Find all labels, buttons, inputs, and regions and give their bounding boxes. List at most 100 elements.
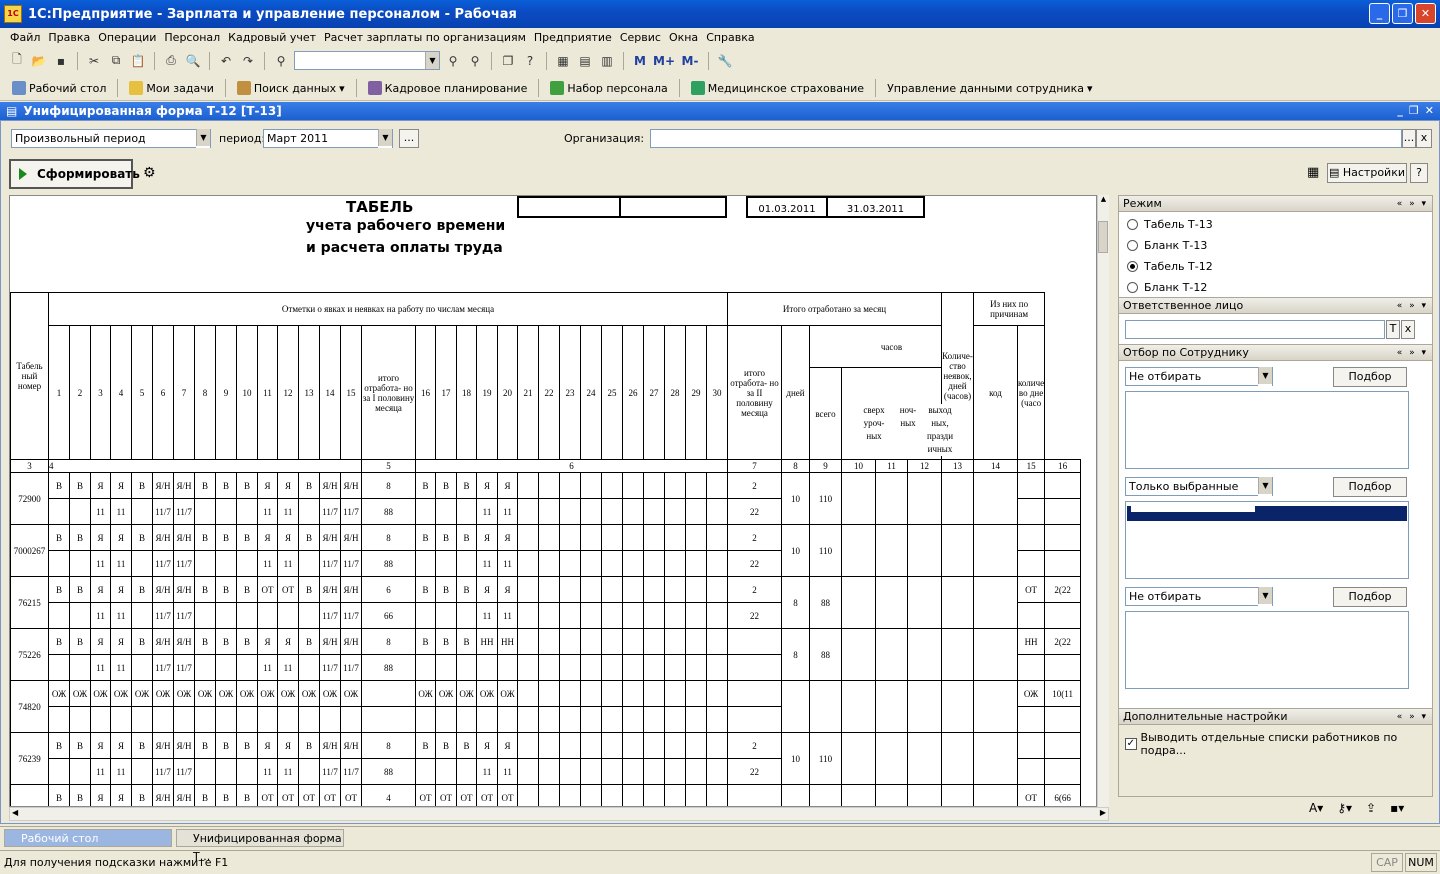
filter-select-1[interactable]: Не отбирать ▼ <box>1125 367 1273 386</box>
employee-data-button[interactable]: Управление данными сотрудника ▾ <box>883 82 1096 95</box>
menu-windows[interactable]: Окна <box>665 31 702 44</box>
day-hours <box>415 654 436 681</box>
find-icon[interactable]: ⚲ <box>272 52 290 70</box>
menu-enterprise[interactable]: Предприятие <box>530 31 616 44</box>
day-mark: ОТ <box>257 576 278 603</box>
report-hscroll[interactable]: ◀ ▶ <box>9 807 1109 821</box>
calendar-icon[interactable]: ▤ <box>576 52 594 70</box>
memory-plus-icon[interactable]: M+ <box>653 52 675 70</box>
recruitment-button[interactable]: Набор персонала <box>546 81 671 95</box>
menu-hr[interactable]: Кадровый учет <box>224 31 320 44</box>
separate-lists-checkbox[interactable]: ✓ Выводить отдельные списки работников п… <box>1125 731 1432 757</box>
mode-radio-blank-t13[interactable]: Бланк Т-13 <box>1119 235 1432 256</box>
doc-close-icon[interactable]: ✕ <box>1425 104 1434 117</box>
calendar-view-icon[interactable]: ▦ <box>1307 165 1319 180</box>
employee-filter-controls[interactable]: « » ▾ <box>1397 345 1428 361</box>
menu-help[interactable]: Справка <box>702 31 758 44</box>
period-choose-button[interactable]: ... <box>399 129 419 148</box>
day-mark: Я/Н <box>152 472 174 499</box>
paste-icon[interactable]: 📋 <box>129 52 147 70</box>
report-vscroll[interactable]: ▲ <box>1097 195 1109 807</box>
memory-minus-icon[interactable]: M- <box>679 52 701 70</box>
day-mark: ОТ <box>435 784 457 806</box>
responsible-input[interactable] <box>1125 320 1385 339</box>
responsible-type-button[interactable]: T <box>1386 320 1400 339</box>
menu-personnel[interactable]: Персонал <box>160 31 224 44</box>
undo-icon[interactable]: ↶ <box>217 52 235 70</box>
save-icon[interactable]: ▪ <box>52 52 70 70</box>
overtime-cell <box>841 732 876 785</box>
day-mark: Я <box>476 732 498 759</box>
filter-list-2[interactable] <box>1125 501 1409 579</box>
extra-settings-controls[interactable]: « » ▾ <box>1397 709 1428 725</box>
doc-minimize-icon[interactable]: _ <box>1397 104 1403 117</box>
responsible-header-controls[interactable]: « » ▾ <box>1397 298 1428 314</box>
calculator-icon[interactable]: ▦ <box>554 52 572 70</box>
filter-select-2[interactable]: Только выбранные ▼ <box>1125 477 1273 496</box>
pick-button-3[interactable]: Подбор <box>1333 587 1407 607</box>
text-format-icon[interactable]: A▾ <box>1309 801 1323 815</box>
search-input[interactable]: ▼ <box>294 51 440 70</box>
organization-input[interactable] <box>650 129 1402 148</box>
selected-employee-row[interactable] <box>1127 506 1407 521</box>
filter-list-3[interactable] <box>1125 611 1409 689</box>
day-mark: ОЖ <box>173 680 195 707</box>
filter-select-3[interactable]: Не отбирать ▼ <box>1125 587 1273 606</box>
menu-edit[interactable]: Правка <box>44 31 94 44</box>
data-search-button[interactable]: Поиск данных ▾ <box>233 81 349 95</box>
my-tasks-button[interactable]: Мои задачи <box>125 81 217 95</box>
window-icon[interactable]: ❐ <box>499 52 517 70</box>
open-icon[interactable]: 📂 <box>30 52 48 70</box>
mode-radio-t13[interactable]: Табель Т-13 <box>1119 214 1432 235</box>
menu-operations[interactable]: Операции <box>94 31 160 44</box>
task-form-t12[interactable]: Унифицированная форма Т... <box>176 828 344 863</box>
menu-file[interactable]: Файл <box>6 31 44 44</box>
task-desktop[interactable]: Рабочий стол <box>4 828 172 847</box>
export-icon[interactable]: ⇪ <box>1366 801 1376 815</box>
desktop-button[interactable]: Рабочий стол <box>8 81 110 95</box>
new-icon[interactable]: 🗋 <box>8 52 26 70</box>
day-mark: В <box>298 628 320 655</box>
mode-header-controls[interactable]: « » ▾ <box>1397 196 1428 212</box>
redo-icon[interactable]: ↷ <box>239 52 257 70</box>
pick-button-2[interactable]: Подбор <box>1333 477 1407 497</box>
period-label: период: <box>219 132 266 145</box>
report-options-icon[interactable]: ⚙ <box>143 165 156 181</box>
maximize-button[interactable]: ❐ <box>1392 3 1413 24</box>
medical-insurance-button[interactable]: Медицинское страхование <box>687 81 868 95</box>
save-settings-icon[interactable]: ▪▾ <box>1390 801 1404 815</box>
help-button[interactable]: ? <box>1410 163 1428 183</box>
cut-icon[interactable]: ✂ <box>85 52 103 70</box>
memory-icon[interactable]: M <box>631 52 649 70</box>
generate-button[interactable]: Сформировать <box>9 159 140 189</box>
responsible-clear-button[interactable]: x <box>1401 320 1415 339</box>
help-icon[interactable]: ? <box>521 52 539 70</box>
period-select[interactable]: Март 2011 ▼ <box>263 129 393 148</box>
day-hours <box>215 550 237 577</box>
organization-choose-button[interactable]: ... <box>1402 129 1416 148</box>
minimize-button[interactable]: _ <box>1369 3 1390 24</box>
menu-payroll[interactable]: Расчет зарплаты по организациям <box>320 31 530 44</box>
key-icon[interactable]: ⚷▾ <box>1337 801 1352 815</box>
organization-clear-button[interactable]: x <box>1416 129 1432 148</box>
doc-restore-icon[interactable]: ❐ <box>1409 104 1419 117</box>
find-prev-icon[interactable]: ⚲ <box>466 52 484 70</box>
preview-icon[interactable]: 🔍 <box>184 52 202 70</box>
mode-radio-t12[interactable]: Табель Т-12 <box>1119 256 1432 277</box>
menu-service[interactable]: Сервис <box>616 31 665 44</box>
filter-list-1[interactable] <box>1125 391 1409 469</box>
settings-button[interactable]: ▤ Настройки <box>1327 163 1407 183</box>
hr-planning-button[interactable]: Кадровое планирование <box>364 81 532 95</box>
period-type-select[interactable]: Произвольный период ▼ <box>11 129 211 148</box>
day-mark: ОЖ <box>435 680 457 707</box>
tools-icon[interactable]: 🔧 <box>716 52 734 70</box>
day-mark: В <box>69 628 91 655</box>
day-mark: Я <box>90 576 111 603</box>
print-icon[interactable]: ⎙ <box>162 52 180 70</box>
pick-button-1[interactable]: Подбор <box>1333 367 1407 387</box>
mode-radio-blank-t12[interactable]: Бланк Т-12 <box>1119 277 1432 298</box>
copy-icon[interactable]: ⧉ <box>107 52 125 70</box>
find-next-icon[interactable]: ⚲ <box>444 52 462 70</box>
table-icon[interactable]: ▥ <box>598 52 616 70</box>
close-button[interactable]: ✕ <box>1415 3 1436 24</box>
